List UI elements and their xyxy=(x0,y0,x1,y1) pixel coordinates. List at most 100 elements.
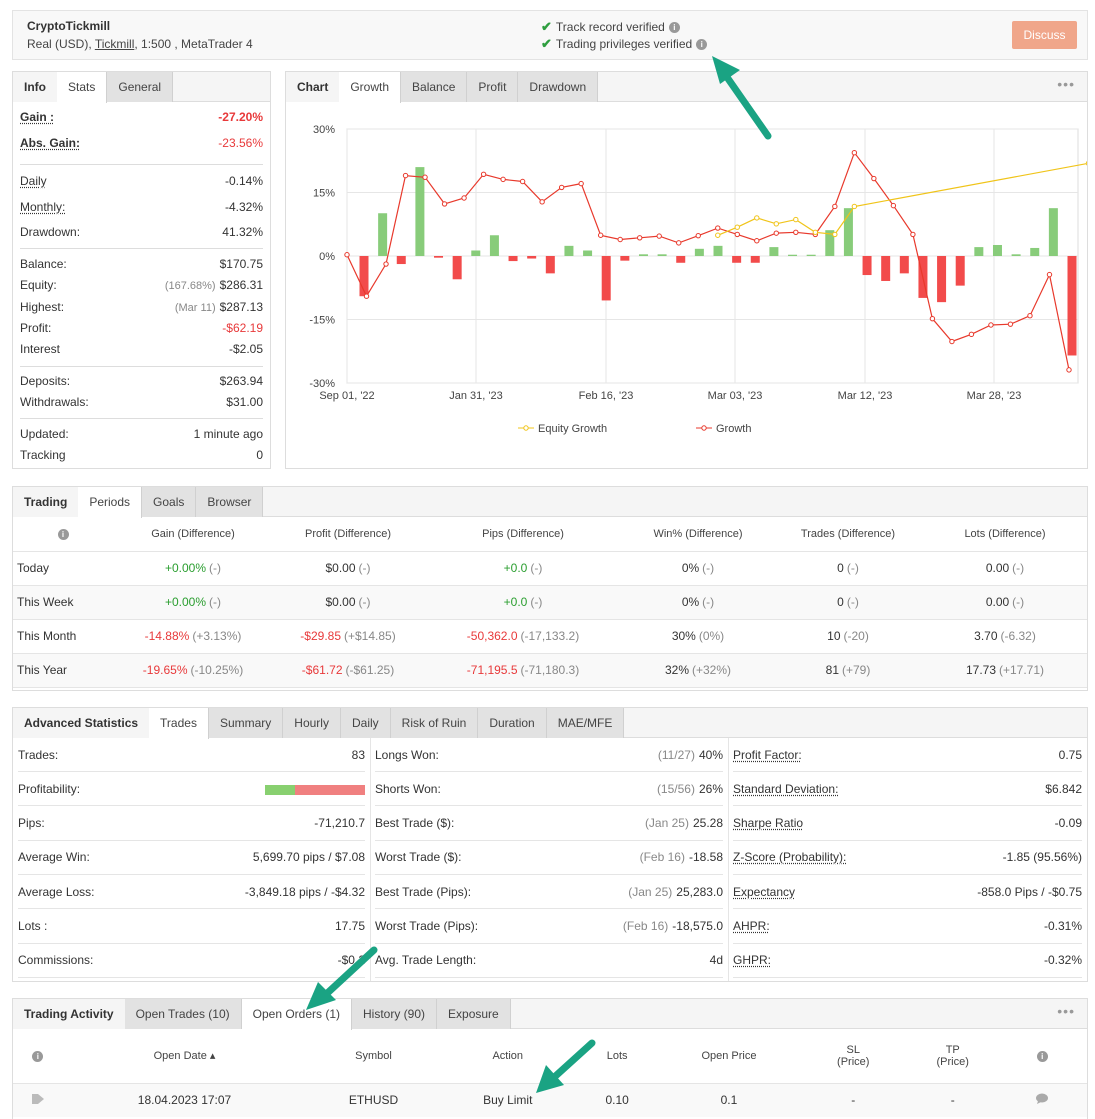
stat-value-text: -$62.19 xyxy=(222,321,263,335)
adv-stat-average-loss: Average Loss: -3,849.18 pips / -$4.32 xyxy=(18,875,365,910)
adv-value: (11/27) 40% xyxy=(658,748,723,762)
growth-point xyxy=(363,293,370,299)
stat-value-text: $31.00 xyxy=(226,395,263,409)
more-menu-icon[interactable]: ••• xyxy=(1057,1003,1075,1019)
adv-label: Lots : xyxy=(18,919,48,933)
tab-summary[interactable]: Summary xyxy=(208,708,284,738)
x-tick-label: Sep 01, '22 xyxy=(319,390,374,402)
tab-drawdown[interactable]: Drawdown xyxy=(518,72,599,102)
adv-value: 5,699.70 pips / $7.08 xyxy=(253,850,365,864)
divider xyxy=(20,366,263,367)
adv-label[interactable]: Sharpe Ratio xyxy=(733,816,803,830)
adv-stat-worst-trade-pips: Worst Trade (Pips): (Feb 16) -18,575.0 xyxy=(375,910,723,944)
activity-tabs: Trading Activity Open Trades (10) Open Ord… xyxy=(13,999,1087,1030)
bar xyxy=(564,245,574,256)
tab-periods[interactable]: Periods xyxy=(78,487,143,518)
info-icon[interactable]: i xyxy=(668,21,680,33)
adv-value-text: 83 xyxy=(351,747,365,762)
stat-label[interactable]: Monthly: xyxy=(20,200,65,214)
adv-label[interactable]: Z-Score (Probability): xyxy=(733,850,846,864)
growth-point xyxy=(539,199,545,205)
account-name: CryptoTickmill xyxy=(27,19,111,33)
growth-point xyxy=(500,176,506,183)
info-icon[interactable]: i xyxy=(57,528,69,540)
adv-label: Profitability: xyxy=(18,781,81,796)
legend-marker xyxy=(523,425,529,431)
period-cell: 17.73 (+17.71) xyxy=(923,653,1087,688)
stat-value-text: -0.14% xyxy=(224,174,263,188)
stat-label[interactable]: Daily xyxy=(20,174,47,188)
bar xyxy=(489,235,499,256)
growth-point xyxy=(1046,271,1053,278)
tab-duration[interactable]: Duration xyxy=(478,708,547,738)
tab-balance[interactable]: Balance xyxy=(401,72,468,102)
comment-icon[interactable] xyxy=(1035,1093,1049,1105)
stat-row-highest: Highest: (Mar 11) $287.13 xyxy=(20,300,263,314)
broker-link[interactable]: Tickmill xyxy=(95,37,135,51)
stat-value-text: $287.13 xyxy=(219,300,263,314)
account-details: Real (USD), Tickmill, 1:500 , MetaTrader… xyxy=(27,37,253,51)
col-open-date[interactable]: Open Date ▴ xyxy=(63,1029,307,1083)
adv-label[interactable]: Expectancy xyxy=(733,885,795,899)
adv-stat-best-trade: Best Trade ($): (Jan 25) 25.28 xyxy=(375,807,723,841)
stat-label: Balance: xyxy=(20,257,67,271)
stat-label: Withdrawals: xyxy=(20,395,89,409)
equity-point xyxy=(773,221,779,227)
growth-point xyxy=(754,238,760,244)
info-icon[interactable]: i xyxy=(1036,1050,1048,1062)
period-difference: (-) xyxy=(358,561,371,575)
growth-point xyxy=(890,202,897,209)
adv-stat-average-win: Average Win: 5,699.70 pips / $7.08 xyxy=(18,841,365,875)
period-value: 17.73 xyxy=(965,663,996,677)
period-value: -$29.85 xyxy=(300,629,341,643)
tab-stats[interactable]: Stats xyxy=(57,72,108,103)
stat-value: -$62.19 xyxy=(222,321,263,335)
period-cell: 0 (-) xyxy=(773,585,923,620)
adv-label: Avg. Trade Length: xyxy=(375,953,477,968)
tab-exposure[interactable]: Exposure xyxy=(437,999,511,1029)
info-icon[interactable]: i xyxy=(696,38,708,50)
equity-point xyxy=(851,203,858,210)
stat-row-profit: Profit: -$62.19 xyxy=(20,321,263,335)
stat-value: -27.20% xyxy=(218,110,263,124)
stat-row-updated: Updated: 1 minute ago xyxy=(20,427,263,441)
stat-label: Updated: xyxy=(20,427,69,441)
panel-title: Trading Activity xyxy=(13,999,125,1029)
growth-point xyxy=(968,331,975,338)
bar xyxy=(992,244,1002,256)
period-difference: (-) xyxy=(1012,561,1025,575)
tab-profit[interactable]: Profit xyxy=(467,72,519,102)
bar xyxy=(545,256,555,274)
period-value: $0.00 xyxy=(325,561,356,575)
discuss-button[interactable]: Discuss xyxy=(1012,21,1077,49)
tab-open-trades-10[interactable]: Open Trades (10) xyxy=(124,999,242,1029)
stat-label[interactable]: Abs. Gain: xyxy=(20,136,80,150)
tab-growth[interactable]: Growth xyxy=(339,72,402,103)
adv-label[interactable]: AHPR: xyxy=(733,919,770,933)
growth-point xyxy=(402,172,409,179)
adv-note: (15/56) xyxy=(656,781,695,796)
stat-label[interactable]: Gain : xyxy=(20,110,54,124)
adv-label[interactable]: GHPR: xyxy=(733,953,771,967)
tab-mae-mfe[interactable]: MAE/MFE xyxy=(546,708,625,738)
adv-value: (Jan 25) 25.28 xyxy=(645,816,723,830)
tab-trades[interactable]: Trades xyxy=(149,708,209,739)
tab-general[interactable]: General xyxy=(107,72,174,102)
stat-label: Equity: xyxy=(20,278,57,292)
stat-value-text: $170.75 xyxy=(219,257,263,271)
growth-point xyxy=(832,203,838,210)
adv-label[interactable]: Standard Deviation: xyxy=(733,782,838,796)
info-icon[interactable]: i xyxy=(32,1050,44,1062)
adv-label[interactable]: Profit Factor: xyxy=(733,748,802,762)
tab-goals[interactable]: Goals xyxy=(142,487,197,517)
stat-label: Profit: xyxy=(20,321,52,335)
period-value: 0 xyxy=(837,595,844,609)
more-menu-icon[interactable]: ••• xyxy=(1057,76,1075,92)
tab-browser[interactable]: Browser xyxy=(196,487,264,517)
tab-daily[interactable]: Daily xyxy=(340,708,391,738)
col-tp: TP (Price) xyxy=(936,1043,969,1068)
tab-hourly[interactable]: Hourly xyxy=(283,708,341,738)
tab-risk-of-ruin[interactable]: Risk of Ruin xyxy=(390,708,479,738)
bar xyxy=(788,254,798,256)
adv-value: (Feb 16) -18.58 xyxy=(640,850,723,864)
